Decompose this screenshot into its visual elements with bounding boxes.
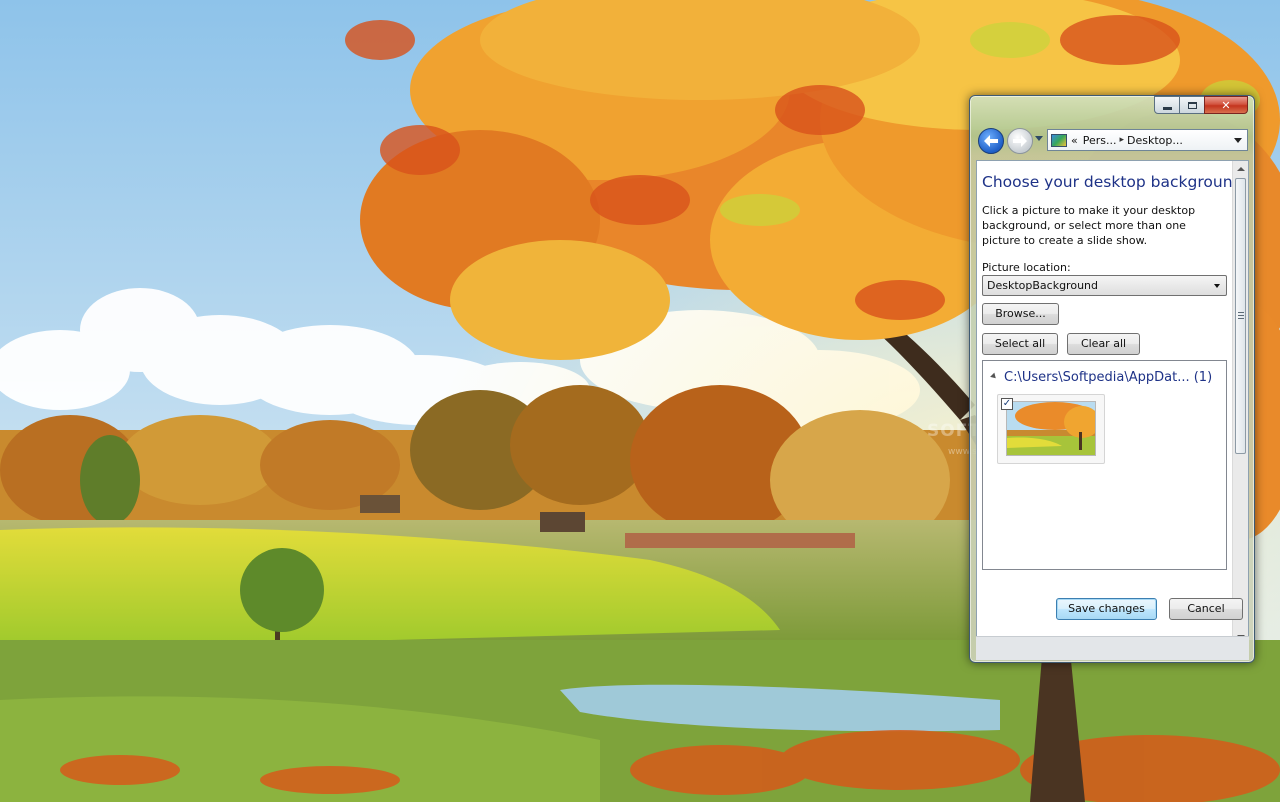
maximize-button[interactable]	[1179, 96, 1205, 114]
chevron-down-icon	[1214, 284, 1220, 288]
picture-location-value: DesktopBackground	[987, 279, 1098, 292]
picture-thumbnail-tile[interactable]: ✓	[997, 394, 1105, 464]
close-button[interactable]: ✕	[1204, 96, 1248, 114]
address-dropdown-icon[interactable]	[1234, 138, 1242, 143]
caption-buttons: ✕	[1154, 96, 1248, 114]
page-title: Choose your desktop background	[982, 173, 1243, 191]
forward-arrow-icon	[1013, 135, 1027, 147]
grip-line	[1238, 315, 1244, 316]
grip-line	[1238, 318, 1244, 319]
forward-button[interactable]	[1007, 128, 1033, 154]
desktop-background-window: ✕ « Pers... ▸ Desktop... Choose your des…	[969, 95, 1255, 663]
scroll-up-arrow-icon	[1237, 167, 1245, 171]
browse-button[interactable]: Browse...	[982, 303, 1059, 325]
thumbnail-checkbox[interactable]: ✓	[1001, 398, 1013, 410]
control-panel-icon	[1051, 133, 1067, 147]
vertical-scrollbar[interactable]	[1232, 161, 1248, 645]
picture-group-title[interactable]: C:\Users\Softpedia\AppDat... (1)	[1004, 370, 1212, 385]
picture-location-select[interactable]: DesktopBackground	[982, 275, 1227, 296]
breadcrumb-separator-icon[interactable]: ▸	[1120, 135, 1125, 145]
clear-all-button[interactable]: Clear all	[1067, 333, 1140, 355]
scrollbar-thumb[interactable]	[1235, 178, 1246, 454]
cancel-button[interactable]: Cancel	[1169, 598, 1243, 620]
close-x-icon: ✕	[1221, 98, 1231, 112]
select-all-button[interactable]: Select all	[982, 333, 1058, 355]
breadcrumb-desktop-background[interactable]: Desktop...	[1127, 134, 1183, 147]
picture-location-label: Picture location:	[982, 261, 1071, 274]
save-changes-button[interactable]: Save changes	[1056, 598, 1157, 620]
breadcrumb-personalization[interactable]: Pers...	[1083, 134, 1117, 147]
minimize-icon	[1162, 106, 1172, 110]
back-arrow-icon	[984, 135, 998, 147]
grip-line	[1238, 312, 1244, 313]
navigation-bar: « Pers... ▸ Desktop...	[978, 126, 1250, 154]
scroll-up-button[interactable]	[1234, 161, 1248, 177]
picture-list: C:\Users\Softpedia\AppDat... (1) ✓	[982, 360, 1227, 570]
address-overflow-chevron[interactable]: «	[1071, 134, 1078, 147]
back-button[interactable]	[978, 128, 1004, 154]
maximize-icon	[1187, 101, 1197, 109]
status-strip	[976, 636, 1249, 660]
page-description: Click a picture to make it your desktop …	[982, 204, 1196, 247]
wallpaper-thumbnail[interactable]	[1006, 401, 1096, 456]
minimize-button[interactable]	[1154, 96, 1180, 114]
content-pane: Choose your desktop background Click a p…	[976, 160, 1249, 646]
collapse-group-icon[interactable]	[990, 372, 998, 381]
address-bar[interactable]: « Pers... ▸ Desktop...	[1047, 129, 1248, 151]
recent-pages-dropdown-icon[interactable]	[1035, 136, 1043, 141]
